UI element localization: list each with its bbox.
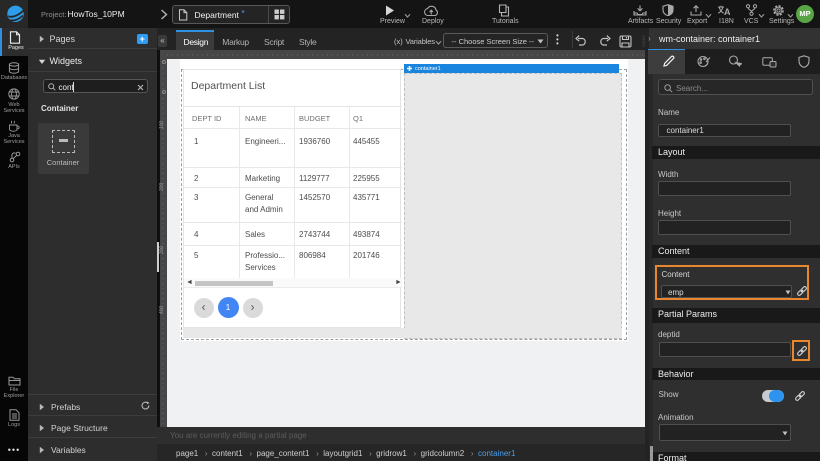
svg-text:A: A [724, 7, 730, 16]
